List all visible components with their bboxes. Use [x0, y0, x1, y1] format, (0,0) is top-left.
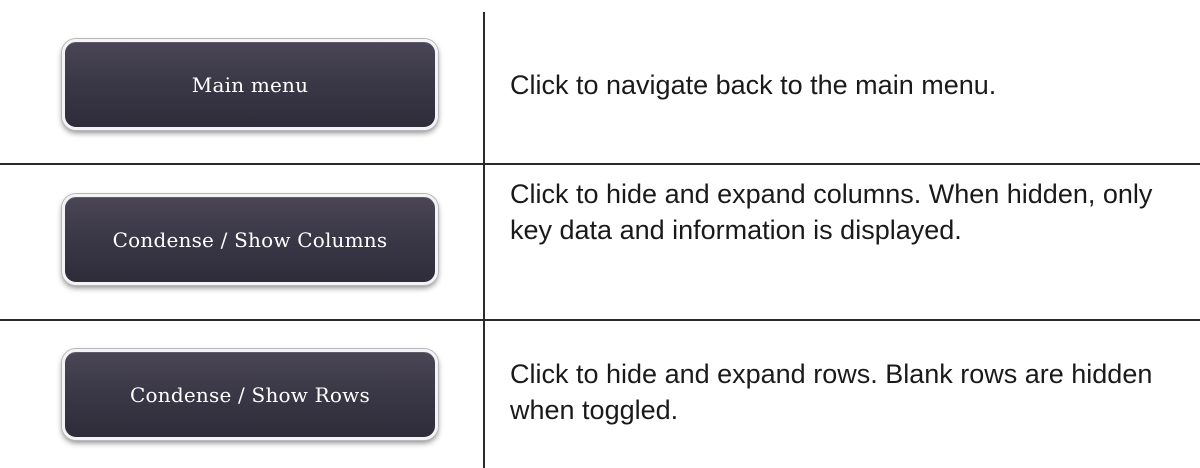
condense-show-rows-button[interactable]: Condense / Show Rows — [62, 349, 438, 440]
condense-columns-description: Click to hide and expand columns. When h… — [510, 179, 1153, 245]
table-row-condense-columns: Condense / Show Columns Click to hide an… — [0, 165, 1200, 319]
condense-rows-description: Click to hide and expand rows. Blank row… — [510, 359, 1153, 425]
main-menu-description: Click to navigate back to the main menu. — [510, 70, 997, 100]
main-menu-button[interactable]: Main menu — [62, 39, 438, 130]
condense-show-columns-button[interactable]: Condense / Show Columns — [62, 194, 438, 285]
table-row-condense-rows: Condense / Show Rows Click to hide and e… — [0, 321, 1200, 468]
table-row-main-menu: Main menu Click to navigate back to the … — [0, 12, 1200, 163]
